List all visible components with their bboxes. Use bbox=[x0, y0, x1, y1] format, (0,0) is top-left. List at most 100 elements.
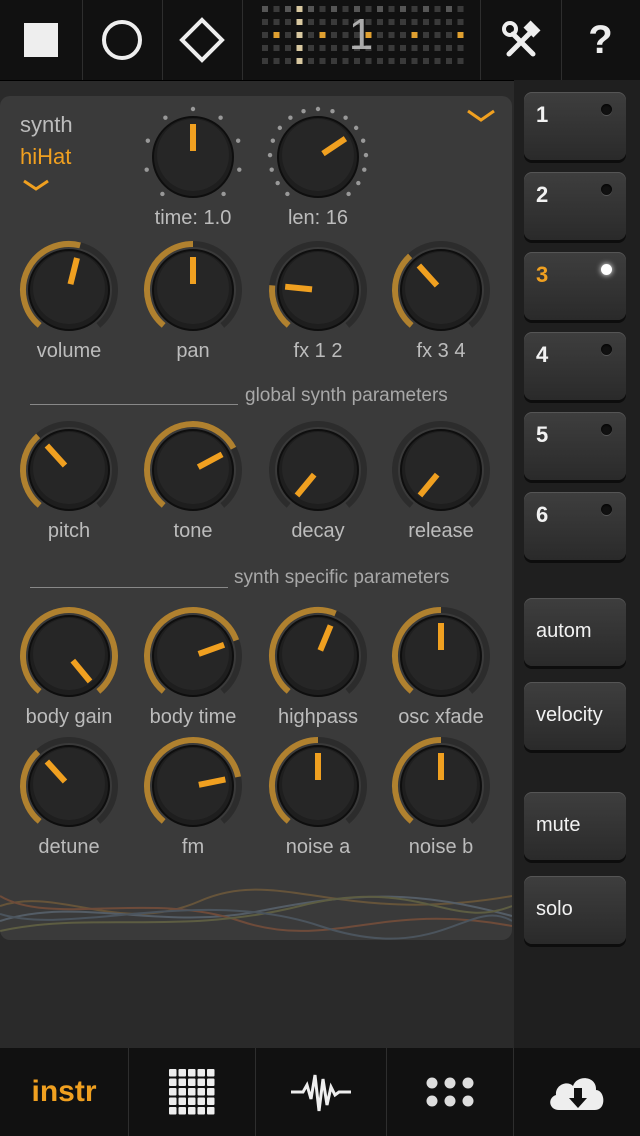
track-button-3[interactable]: 3 bbox=[524, 252, 626, 320]
knob-tick bbox=[145, 138, 151, 143]
dots-icon bbox=[426, 1077, 473, 1107]
noise-a-knob[interactable] bbox=[263, 731, 373, 841]
pan-knob[interactable] bbox=[138, 235, 248, 345]
section-divider bbox=[30, 587, 228, 588]
grid-cell bbox=[168, 1097, 176, 1105]
grid-cell bbox=[187, 1069, 195, 1077]
tab-dots[interactable] bbox=[386, 1048, 514, 1136]
instr-label: instr bbox=[31, 1075, 97, 1108]
play-button[interactable] bbox=[162, 0, 243, 80]
grid-cell bbox=[197, 1088, 205, 1096]
body-time-label: body time bbox=[149, 706, 237, 728]
track-led bbox=[601, 184, 612, 195]
synth-section-title: synth specific parameters bbox=[234, 567, 450, 588]
tools-button[interactable] bbox=[481, 0, 562, 80]
knob-tick bbox=[353, 125, 359, 131]
grid-cell bbox=[168, 1107, 176, 1115]
global-section-title: global synth parameters bbox=[245, 385, 448, 406]
preset-selector[interactable]: hiHat bbox=[20, 144, 71, 170]
time-label: time: 1.0 bbox=[154, 207, 232, 229]
track-label: 3 bbox=[536, 262, 549, 287]
chevron-down-icon[interactable] bbox=[22, 178, 50, 192]
stop-button[interactable] bbox=[0, 0, 83, 80]
help-button[interactable]: ? bbox=[561, 0, 640, 80]
decay-knob[interactable] bbox=[263, 415, 373, 525]
body-time-knob[interactable] bbox=[138, 601, 248, 711]
grid-cell bbox=[178, 1088, 186, 1096]
track-label: 2 bbox=[536, 182, 549, 207]
grid-cell bbox=[206, 1069, 214, 1077]
knob-tick bbox=[160, 191, 165, 197]
detune-knob[interactable] bbox=[14, 731, 124, 841]
knob-tick bbox=[221, 191, 226, 197]
fx-1-2-label: fx 1 2 bbox=[293, 340, 343, 362]
grid-cell bbox=[187, 1078, 195, 1086]
osc-xfade-knob[interactable] bbox=[386, 601, 496, 711]
knob-tick bbox=[163, 115, 168, 120]
track-button-6[interactable]: 6 bbox=[524, 492, 626, 560]
empty-area bbox=[0, 940, 512, 1048]
track-led bbox=[601, 504, 612, 515]
track-button-1[interactable]: 1 bbox=[524, 92, 626, 160]
knob-tick bbox=[269, 167, 274, 172]
knob-tick bbox=[356, 180, 361, 186]
track-button-5[interactable]: 5 bbox=[524, 412, 626, 480]
track-label: 1 bbox=[536, 102, 549, 127]
release-knob[interactable] bbox=[386, 415, 496, 525]
knob-tick bbox=[360, 138, 366, 143]
tab-cloud[interactable] bbox=[513, 1048, 640, 1136]
knob-tick bbox=[315, 106, 321, 112]
pattern-number: 1 bbox=[348, 10, 374, 59]
grid-cell bbox=[197, 1107, 205, 1115]
len-knob[interactable] bbox=[263, 102, 373, 212]
knob-tick bbox=[275, 180, 280, 186]
fx-1-2-knob[interactable] bbox=[263, 235, 373, 345]
knob-tick bbox=[288, 115, 293, 120]
cables-decoration bbox=[0, 888, 512, 940]
mute-button[interactable]: mute bbox=[524, 792, 626, 860]
velocity-button[interactable]: velocity bbox=[524, 682, 626, 750]
knob-tick bbox=[362, 167, 367, 172]
detune-label: detune bbox=[38, 836, 100, 858]
highpass-knob[interactable] bbox=[263, 601, 373, 711]
tools-icon bbox=[502, 20, 541, 57]
track-button-2[interactable]: 2 bbox=[524, 172, 626, 240]
knob-tick bbox=[270, 138, 276, 143]
tab-grid[interactable] bbox=[128, 1048, 256, 1136]
knob-tick bbox=[237, 167, 242, 172]
noise-b-knob[interactable] bbox=[386, 731, 496, 841]
fm-knob[interactable] bbox=[138, 731, 248, 841]
record-button[interactable] bbox=[82, 0, 163, 80]
time-knob[interactable] bbox=[138, 102, 248, 212]
tab-instr[interactable]: instr bbox=[0, 1048, 129, 1136]
track-button-4[interactable]: 4 bbox=[524, 332, 626, 400]
len-label: len: 16 bbox=[287, 207, 349, 229]
grid-cell bbox=[187, 1107, 195, 1115]
stop-icon bbox=[24, 23, 58, 57]
osc-xfade-label: osc xfade bbox=[398, 706, 484, 728]
knob-tick bbox=[235, 138, 241, 143]
tab-waveform[interactable] bbox=[255, 1048, 387, 1136]
solo-button[interactable]: solo bbox=[524, 876, 626, 944]
decay-label: decay bbox=[291, 520, 345, 542]
pitch-knob[interactable] bbox=[14, 415, 124, 525]
body-gain-label: body gain bbox=[25, 706, 113, 728]
tone-knob[interactable] bbox=[138, 415, 248, 525]
panel-menu-chevron-icon[interactable] bbox=[466, 108, 496, 124]
fx-3-4-knob[interactable] bbox=[386, 235, 496, 345]
volume-label: volume bbox=[36, 340, 102, 362]
track-led bbox=[601, 264, 612, 275]
grid-cell bbox=[206, 1097, 214, 1105]
knob-tick bbox=[144, 167, 149, 172]
grid-icon bbox=[168, 1069, 214, 1115]
top-toolbar: 1 ? bbox=[0, 0, 640, 81]
track-led bbox=[601, 344, 612, 355]
body-gain-knob[interactable] bbox=[14, 601, 124, 711]
track-led bbox=[601, 424, 612, 435]
autom-button[interactable]: autom bbox=[524, 598, 626, 666]
noise-a-label: noise a bbox=[285, 836, 351, 858]
pattern-display[interactable]: 1 bbox=[242, 0, 481, 80]
volume-knob[interactable] bbox=[14, 235, 124, 345]
track-label: 4 bbox=[536, 342, 549, 367]
grid-cell bbox=[178, 1069, 186, 1077]
